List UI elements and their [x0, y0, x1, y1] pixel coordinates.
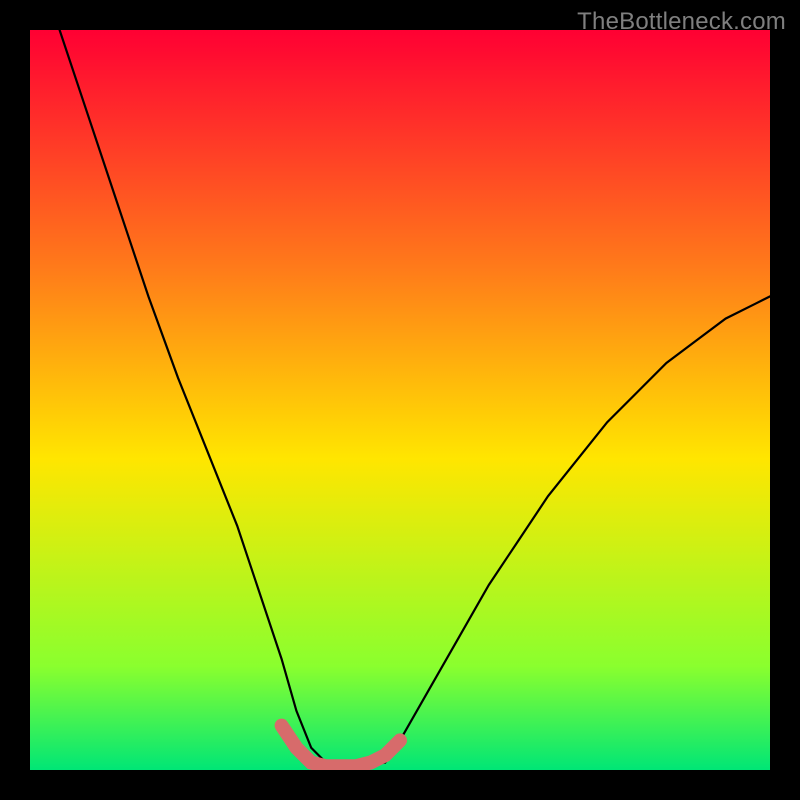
chart-frame: TheBottleneck.com	[0, 0, 800, 800]
plot-area	[30, 30, 770, 770]
gradient-background	[30, 30, 770, 770]
watermark-label: TheBottleneck.com	[577, 8, 786, 36]
chart-svg	[30, 30, 770, 770]
